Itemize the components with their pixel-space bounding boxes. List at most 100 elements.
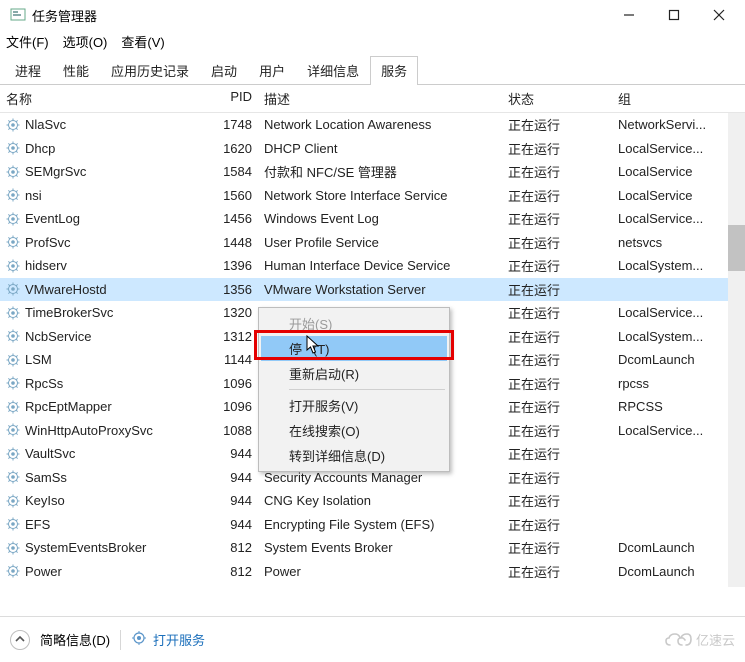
table-row[interactable]: hidserv 1396Human Interface Device Servic…	[0, 254, 745, 278]
service-group: DcomLaunch	[618, 352, 745, 367]
titlebar: 任务管理器	[0, 0, 745, 30]
service-name: EFS	[25, 517, 50, 532]
app-icon	[10, 7, 26, 23]
table-row[interactable]: Dhcp1620DHCP Client正在运行LocalService...	[0, 137, 745, 161]
header-description[interactable]: 描述	[264, 89, 508, 108]
service-pid: 1396	[206, 258, 264, 273]
service-pid: 1096	[206, 376, 264, 391]
table-row[interactable]: SEMgrSvc1584付款和 NFC/SE 管理器正在运行LocalServi…	[0, 160, 745, 184]
table-row[interactable]: KeyIso944CNG Key Isolation正在运行	[0, 489, 745, 513]
table-row[interactable]: ProfSvc1448User Profile Service正在运行netsv…	[0, 231, 745, 255]
service-desc: CNG Key Isolation	[264, 493, 508, 508]
service-pid: 812	[206, 564, 264, 579]
service-icon	[6, 212, 20, 226]
fewer-details-label[interactable]: 简略信息(D)	[40, 630, 110, 649]
service-status: 正在运行	[508, 374, 618, 393]
service-group: NetworkServi...	[618, 117, 745, 132]
header-status[interactable]: 状态	[508, 89, 618, 108]
service-name: WinHttpAutoProxySvc	[25, 423, 153, 438]
tab-details[interactable]: 详细信息	[296, 56, 370, 85]
service-name: EventLog	[25, 211, 80, 226]
service-name: Power	[25, 564, 62, 579]
service-name: LSM	[25, 352, 52, 367]
service-status: 正在运行	[508, 468, 618, 487]
services-icon	[131, 630, 147, 649]
ctx-separator	[289, 389, 445, 390]
service-desc: 付款和 NFC/SE 管理器	[264, 162, 508, 181]
service-icon	[6, 235, 20, 249]
service-status: 正在运行	[508, 421, 618, 440]
tab-users[interactable]: 用户	[248, 56, 296, 85]
tab-startup[interactable]: 启动	[200, 56, 248, 85]
tab-services[interactable]: 服务	[370, 56, 418, 85]
service-group: LocalService	[618, 164, 745, 179]
table-row[interactable]: nsi1560Network Store Interface Service正在…	[0, 184, 745, 208]
service-status: 正在运行	[508, 209, 618, 228]
service-pid: 944	[206, 446, 264, 461]
table-row[interactable]: EFS944Encrypting File System (EFS)正在运行	[0, 513, 745, 537]
tab-processes[interactable]: 进程	[4, 56, 52, 85]
open-services-link[interactable]: 打开服务	[131, 630, 205, 649]
menu-file[interactable]: 文件(F)	[6, 32, 49, 51]
service-name: hidserv	[25, 258, 67, 273]
service-name: ProfSvc	[25, 235, 71, 250]
service-pid: 1620	[206, 141, 264, 156]
service-pid: 1096	[206, 399, 264, 414]
fewer-details-button[interactable]	[10, 630, 30, 650]
header-pid[interactable]: PID	[206, 89, 264, 108]
service-desc: Windows Event Log	[264, 211, 508, 226]
window-title: 任务管理器	[32, 6, 606, 25]
service-name: RpcSs	[25, 376, 63, 391]
table-row[interactable]: EventLog1456Windows Event Log正在运行LocalSe…	[0, 207, 745, 231]
tab-performance[interactable]: 性能	[52, 56, 100, 85]
table-row[interactable]: VMwareHostd1356VMware Workstation Server…	[0, 278, 745, 302]
table-row[interactable]: SystemEventsBroker812System Events Broke…	[0, 536, 745, 560]
tab-app-history[interactable]: 应用历史记录	[100, 56, 200, 85]
service-name: KeyIso	[25, 493, 65, 508]
menu-options[interactable]: 选项(O)	[63, 32, 108, 51]
service-group: RPCSS	[618, 399, 745, 414]
service-group: netsvcs	[618, 235, 745, 250]
service-group: LocalService...	[618, 305, 745, 320]
close-button[interactable]	[696, 0, 741, 30]
scrollbar-thumb[interactable]	[728, 225, 745, 271]
service-pid: 944	[206, 470, 264, 485]
service-status: 正在运行	[508, 350, 618, 369]
header-name[interactable]: 名称	[6, 89, 206, 108]
service-icon	[6, 564, 20, 578]
table-row[interactable]: Power812Power正在运行DcomLaunch	[0, 560, 745, 584]
service-desc: Human Interface Device Service	[264, 258, 508, 273]
service-group: LocalService...	[618, 141, 745, 156]
service-name: Dhcp	[25, 141, 55, 156]
service-group: rpcss	[618, 376, 745, 391]
table-row[interactable]: NlaSvc1748Network Location Awareness正在运行…	[0, 113, 745, 137]
service-pid: 1144	[206, 352, 264, 367]
service-status: 正在运行	[508, 115, 618, 134]
service-desc: DHCP Client	[264, 141, 508, 156]
service-status: 正在运行	[508, 562, 618, 581]
ctx-go-to-details[interactable]: 转到详细信息(D)	[261, 443, 447, 468]
ctx-open-services[interactable]: 打开服务(V)	[261, 393, 447, 418]
minimize-button[interactable]	[606, 0, 651, 30]
service-name: TimeBrokerSvc	[25, 305, 113, 320]
service-desc: Power	[264, 564, 508, 579]
service-name: SystemEventsBroker	[25, 540, 146, 555]
service-pid: 1356	[206, 282, 264, 297]
service-pid: 1584	[206, 164, 264, 179]
service-status: 正在运行	[508, 538, 618, 557]
service-icon	[6, 353, 20, 367]
ctx-search-online[interactable]: 在线搜索(O)	[261, 418, 447, 443]
maximize-button[interactable]	[651, 0, 696, 30]
service-name: RpcEptMapper	[25, 399, 112, 414]
header-group[interactable]: 组	[618, 89, 745, 108]
service-group: DcomLaunch	[618, 540, 745, 555]
menu-view[interactable]: 查看(V)	[121, 32, 164, 51]
service-icon	[6, 329, 20, 343]
ctx-stop[interactable]: 停 (T)	[261, 336, 447, 361]
ctx-restart[interactable]: 重新启动(R)	[261, 361, 447, 386]
service-icon	[6, 282, 20, 296]
service-icon	[6, 423, 20, 437]
service-status: 正在运行	[508, 397, 618, 416]
service-icon	[6, 541, 20, 555]
scrollbar[interactable]	[728, 113, 745, 587]
